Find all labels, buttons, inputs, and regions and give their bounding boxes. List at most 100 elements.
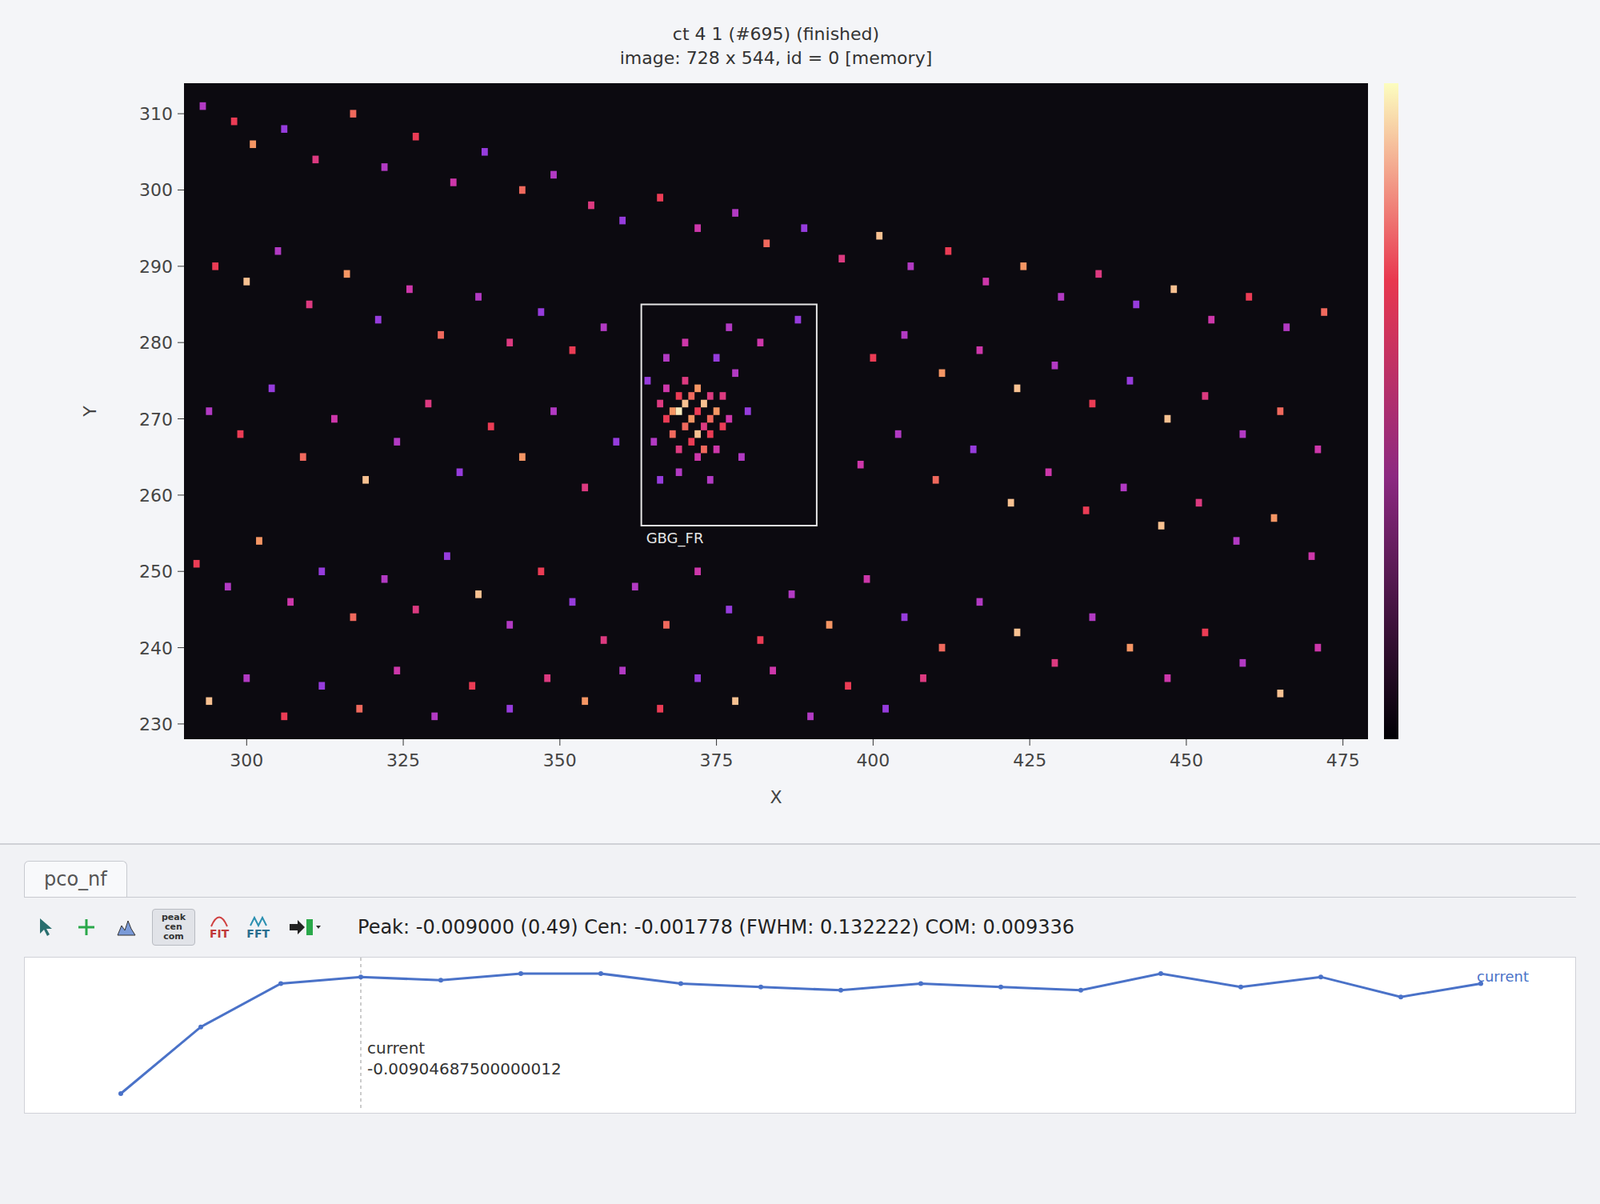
pixel [857, 460, 864, 469]
pixel [656, 400, 664, 408]
fft-wave-icon [249, 914, 268, 928]
y-tick: 260 [139, 485, 184, 506]
svg-text:350: 350 [543, 750, 577, 771]
y-tick: 310 [139, 104, 184, 124]
pixel [243, 674, 250, 683]
line-chart[interactable]: current-0.00904687500000012current [24, 956, 1576, 1114]
image-plot[interactable]: ct 4 1 (#695) (finished)image: 728 x 544… [40, 11, 1560, 844]
pixel [944, 247, 952, 256]
line-plot-panel: pco_nfpeak cen com FIT FFT Peak: -0.009000 … [0, 844, 1600, 1204]
pixel [544, 674, 551, 683]
pixel [732, 369, 739, 378]
svg-text:290: 290 [139, 256, 173, 277]
series-legend: current [1476, 968, 1529, 985]
pixel [1045, 468, 1052, 477]
x-tick: 425 [1012, 739, 1047, 771]
toolbar-row: peak cen com FIT FFT Peak: -0.009000 (0.49)… [24, 897, 1576, 957]
pixel [976, 598, 984, 607]
image-area[interactable] [184, 83, 1368, 740]
pixel [1127, 376, 1134, 385]
marker-label: current [367, 1038, 425, 1058]
pixel [688, 392, 695, 400]
series-point [278, 981, 284, 987]
pixel [656, 704, 664, 713]
pixel [920, 674, 927, 683]
svg-text:240: 240 [139, 638, 173, 659]
pixel [1314, 644, 1321, 652]
series-line [120, 973, 1481, 1094]
svg-text:300: 300 [139, 180, 173, 200]
pixel [1208, 316, 1215, 324]
pixel [268, 384, 276, 393]
pixel [306, 300, 313, 309]
pixel [907, 262, 914, 271]
add-marker-tool[interactable] [72, 912, 101, 942]
pixel [807, 712, 814, 721]
pixel [456, 468, 464, 477]
pixel [669, 430, 676, 439]
y-tick: 280 [139, 332, 184, 353]
pixel [876, 232, 883, 240]
pixel [1008, 499, 1015, 508]
pixel [794, 316, 801, 324]
pixel [725, 415, 732, 424]
pixel [300, 452, 307, 461]
pixel [744, 407, 752, 416]
pixel [481, 148, 488, 156]
pixel [676, 407, 683, 416]
pixel [769, 666, 776, 675]
line-chart-plot: current-0.00904687500000012current [24, 957, 1545, 1110]
pixel-layer [193, 102, 1328, 720]
plot-tab[interactable]: pco_nf [24, 860, 128, 897]
pixel [663, 353, 670, 362]
plus-icon [75, 916, 98, 939]
series-point [1318, 974, 1324, 980]
pixel [976, 346, 984, 355]
x-tick: 475 [1326, 739, 1360, 771]
series-point [518, 971, 524, 976]
series-point [838, 988, 844, 993]
pixel [1239, 659, 1246, 668]
pixel [713, 445, 720, 454]
pixel [1120, 484, 1128, 492]
fit-button[interactable]: FIT [206, 911, 232, 944]
pixel [444, 552, 451, 560]
roi-box[interactable] [641, 304, 817, 527]
pixel [1164, 674, 1172, 683]
pixel [312, 156, 320, 164]
pointer-tool[interactable] [32, 912, 61, 942]
pixel [205, 407, 212, 416]
pixel [393, 437, 400, 446]
histogram-tool[interactable] [112, 912, 141, 942]
fit-curve-icon [210, 914, 228, 928]
svg-text:310: 310 [139, 104, 173, 124]
pixel [757, 636, 764, 644]
pixel [869, 353, 876, 362]
pixel [331, 415, 338, 424]
pixel [550, 407, 557, 416]
toolbar: peak cen com FIT FFT [32, 908, 326, 946]
pixel [1320, 308, 1328, 316]
pixel [468, 681, 476, 690]
pixel [732, 208, 739, 217]
fft-button[interactable]: FFT [243, 911, 273, 944]
y-tick: 290 [139, 256, 184, 277]
pixel [700, 445, 708, 454]
series-point [118, 1091, 124, 1096]
pixel [694, 452, 701, 461]
pixel [256, 536, 263, 545]
pixel [381, 163, 388, 172]
export-button[interactable] [284, 912, 326, 942]
pixel [901, 613, 908, 622]
pixel [700, 400, 708, 408]
peak-stats: Peak: -0.009000 (0.49) Cen: -0.001778 (F… [357, 916, 1075, 939]
peak-cen-com-button[interactable]: peak cen com [152, 908, 196, 946]
pixel [1239, 430, 1246, 439]
x-tick: 400 [856, 739, 890, 771]
pixel [1052, 659, 1059, 668]
pixel [882, 704, 889, 713]
pixel [569, 346, 576, 355]
pixel [669, 407, 676, 416]
pixel [932, 476, 940, 484]
pixel [982, 277, 989, 286]
